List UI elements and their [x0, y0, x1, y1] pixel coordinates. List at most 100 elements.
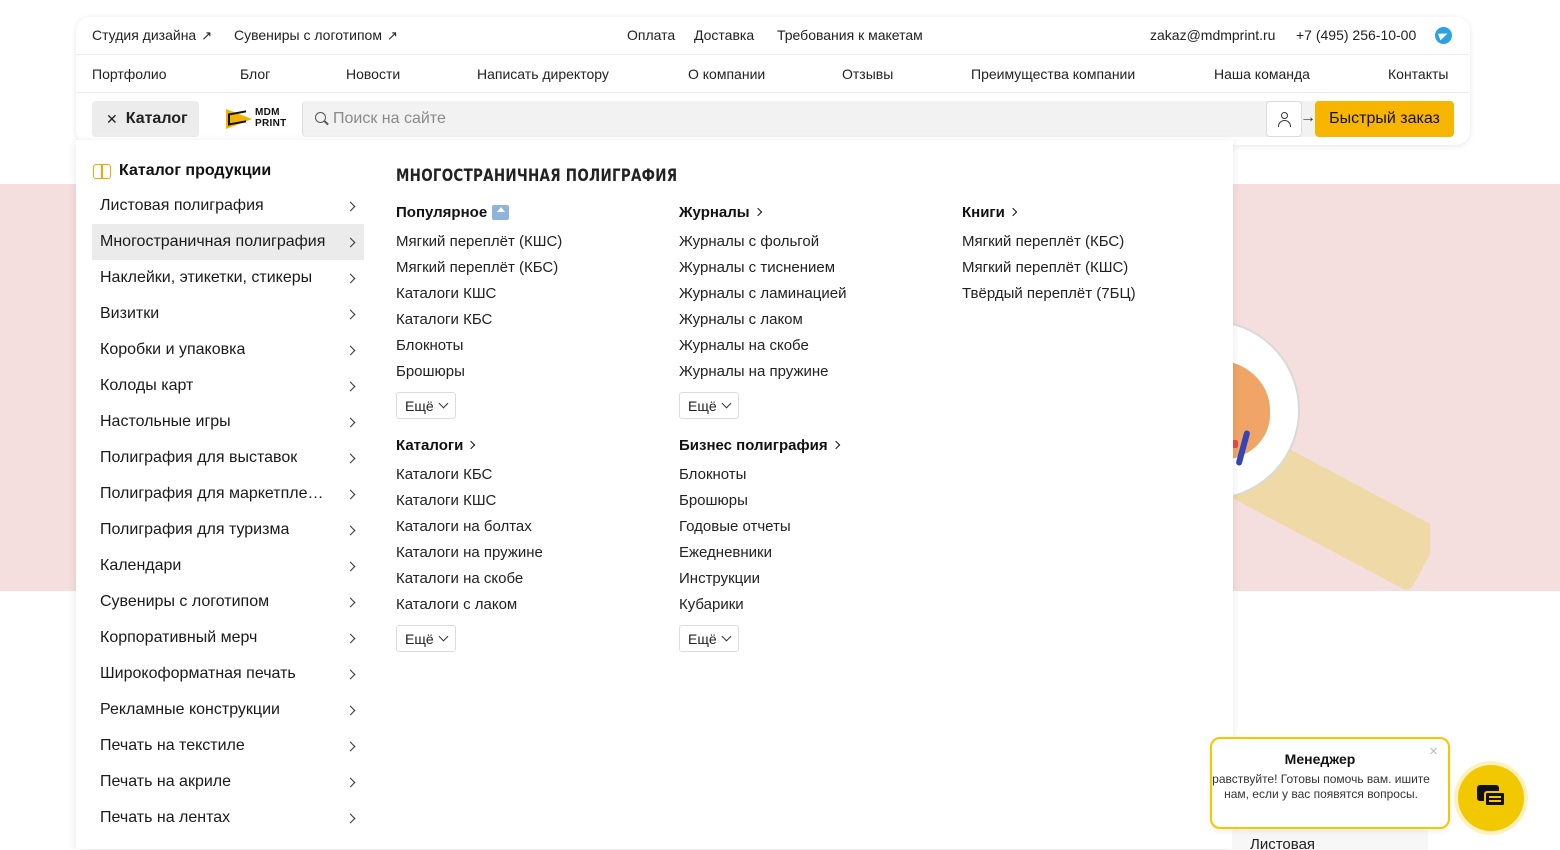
- submenu-link[interactable]: Годовые отчеты: [679, 517, 949, 543]
- submenu-link[interactable]: Блокноты: [679, 465, 949, 491]
- logo[interactable]: MDM PRINT: [226, 105, 288, 133]
- submenu-link[interactable]: Кубарики: [679, 595, 949, 621]
- group-heading[interactable]: Каталоги: [396, 435, 666, 455]
- catalog-category-label: Колоды карт: [100, 377, 194, 394]
- submenu-link[interactable]: Каталоги на болтах: [396, 517, 666, 543]
- submenu-link[interactable]: Брошюры: [679, 491, 949, 517]
- quick-order-button[interactable]: Быстрый заказ: [1315, 101, 1454, 137]
- submenu-link[interactable]: Мягкий переплёт (КБС): [962, 232, 1232, 258]
- chevron-right-icon: [467, 440, 476, 450]
- search-input[interactable]: [333, 101, 1233, 137]
- account-button[interactable]: [1266, 101, 1302, 137]
- submenu-link[interactable]: Каталоги КШС: [396, 491, 666, 517]
- submenu-link[interactable]: Журналы на пружине: [679, 362, 949, 388]
- nav-about[interactable]: О компании: [688, 66, 765, 82]
- more-button[interactable]: Ещё: [679, 392, 739, 419]
- email-link[interactable]: zakaz@mdmprint.ru: [1150, 27, 1275, 43]
- phone-link[interactable]: +7 (495) 256-10-00: [1296, 27, 1416, 43]
- submenu-link[interactable]: Журналы с фольгой: [679, 232, 949, 258]
- catalog-category-item[interactable]: Настольные игры: [92, 404, 364, 440]
- chevron-right-icon: [345, 777, 356, 787]
- submenu-link[interactable]: Каталоги КБС: [396, 310, 666, 336]
- group-popular: Популярное Мягкий переплёт (КШС) Мягкий пе…: [396, 202, 666, 419]
- submenu-link[interactable]: Журналы с тиснением: [679, 258, 949, 284]
- catalog-category-item[interactable]: Наклейки, этикетки, стикеры: [92, 260, 364, 296]
- submenu-link[interactable]: Каталоги КШС: [396, 284, 666, 310]
- nav-news[interactable]: Новости: [346, 66, 400, 82]
- submenu-link[interactable]: Мягкий переплёт (КБС): [396, 258, 666, 284]
- chat-popup[interactable]: Менеджер равствуйте! Готовы помочь вам. …: [1210, 737, 1450, 829]
- submenu-link[interactable]: Мягкий переплёт (КШС): [396, 232, 666, 258]
- catalog-category-item[interactable]: Печать на лентах: [92, 800, 364, 836]
- souvenirs-link[interactable]: Сувениры с логотипом ↗: [234, 27, 398, 44]
- telegram-icon[interactable]: [1435, 27, 1452, 44]
- payment-link[interactable]: Оплата: [627, 27, 675, 43]
- chat-button[interactable]: [1458, 765, 1524, 831]
- catalog-category-item[interactable]: Колоды карт: [92, 368, 364, 404]
- catalog-category-item[interactable]: Рекламные конструкции: [92, 692, 364, 728]
- catalog-category-item[interactable]: Полиграфия для маркетплейсов: [92, 476, 364, 512]
- catalog-category-label: Широкоформатная печать: [100, 665, 296, 682]
- chevron-right-icon: [345, 597, 356, 607]
- catalog-category-item[interactable]: Широкоформатная печать: [92, 656, 364, 692]
- catalog-category-item[interactable]: Корпоративный мерч: [92, 620, 364, 656]
- group-heading[interactable]: Популярное: [396, 202, 666, 222]
- catalog-category-item[interactable]: Печать на акриле: [92, 764, 364, 800]
- catalog-category-item[interactable]: Многостраничная полиграфия: [92, 224, 364, 260]
- catalog-category-item[interactable]: Печать на текстиле: [92, 728, 364, 764]
- submenu-link[interactable]: Журналы с лаком: [679, 310, 949, 336]
- nav-reviews[interactable]: Отзывы: [842, 66, 893, 82]
- catalog-category-item[interactable]: Листовая полиграфия: [92, 188, 364, 224]
- chevron-down-icon: [438, 631, 449, 642]
- chat-message: равствуйте! Готовы помочь вам. ишите нам…: [1212, 772, 1430, 801]
- submenu-link[interactable]: Брошюры: [396, 362, 666, 388]
- more-button[interactable]: Ещё: [679, 625, 739, 652]
- top-icon: [492, 204, 510, 220]
- catalog-mega-menu: Каталог продукции Листовая полиграфия Мно…: [76, 140, 1233, 849]
- nav-portfolio[interactable]: Портфолио: [92, 66, 167, 82]
- nav-write-director[interactable]: Написать директору: [477, 66, 609, 82]
- submenu-link[interactable]: Журналы с ламинацией: [679, 284, 949, 310]
- nav-contacts[interactable]: Контакты: [1388, 66, 1448, 82]
- main-nav: Портфолио Блог Новости Написать директор…: [76, 54, 1470, 93]
- catalog-category-item[interactable]: Визитки: [92, 296, 364, 332]
- nav-blog[interactable]: Блог: [240, 66, 270, 82]
- group-heading[interactable]: Журналы: [679, 202, 949, 222]
- group-books: Книги Мягкий переплёт (КБС) Мягкий переплё…: [962, 202, 1232, 310]
- submenu-link[interactable]: Блокноты: [396, 336, 666, 362]
- catalog-category-item[interactable]: Сувениры с логотипом: [92, 584, 364, 620]
- submenu-link[interactable]: Мягкий переплёт (КШС): [962, 258, 1232, 284]
- submenu-link[interactable]: Каталоги с лаком: [396, 595, 666, 621]
- search-submit-arrow-icon[interactable]: →: [1300, 109, 1316, 127]
- chevron-down-icon: [438, 398, 449, 409]
- submenu-link[interactable]: Каталоги на пружине: [396, 543, 666, 569]
- more-button[interactable]: Ещё: [396, 625, 456, 652]
- close-icon: ✕: [106, 110, 118, 127]
- delivery-link[interactable]: Доставка: [694, 27, 754, 43]
- catalog-button-label: Каталог: [125, 110, 188, 127]
- submenu-link[interactable]: Журналы на скобе: [679, 336, 949, 362]
- catalog-button[interactable]: ✕ Каталог: [92, 101, 199, 137]
- more-button[interactable]: Ещё: [396, 392, 456, 419]
- group-heading[interactable]: Книги: [962, 202, 1232, 222]
- catalog-category-item[interactable]: Полиграфия для туризма: [92, 512, 364, 548]
- nav-team[interactable]: Наша команда: [1214, 66, 1310, 82]
- design-studio-link[interactable]: Студия дизайна ↗: [92, 27, 212, 44]
- group-business: Бизнес полиграфия Блокноты Брошюры Годовые …: [679, 435, 949, 652]
- catalog-category-item[interactable]: Полиграфия для выставок: [92, 440, 364, 476]
- chevron-right-icon: [345, 381, 356, 391]
- requirements-link[interactable]: Требования к макетам: [777, 27, 923, 43]
- catalog-category-item[interactable]: Календари: [92, 548, 364, 584]
- submenu-link[interactable]: Инструкции: [679, 569, 949, 595]
- submenu-link[interactable]: Каталоги КБС: [396, 465, 666, 491]
- close-icon[interactable]: ×: [1429, 743, 1438, 760]
- submenu-link[interactable]: Каталоги на скобе: [396, 569, 666, 595]
- submenu-link[interactable]: Ежедневники: [679, 543, 949, 569]
- submenu-link[interactable]: Твёрдый переплёт (7БЦ): [962, 284, 1232, 310]
- submenu-title: МНОГОСТРАНИЧНАЯ ПОЛИГРАФИЯ: [396, 166, 678, 186]
- nav-advantages[interactable]: Преимущества компании: [971, 66, 1135, 82]
- chevron-right-icon: [753, 207, 762, 217]
- catalog-category-item[interactable]: Коробки и упаковка: [92, 332, 364, 368]
- chevron-right-icon: [345, 417, 356, 427]
- group-heading[interactable]: Бизнес полиграфия: [679, 435, 949, 455]
